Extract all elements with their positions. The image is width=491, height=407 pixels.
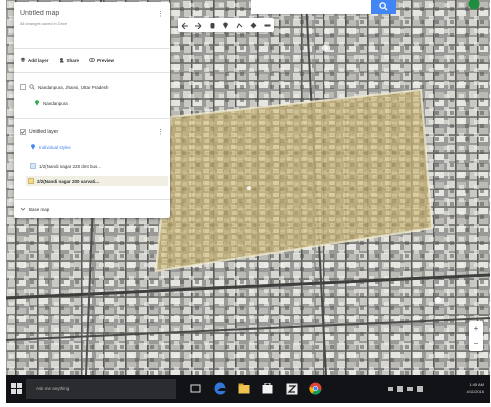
task-view-icon[interactable] bbox=[190, 383, 201, 394]
checkbox-checked-icon[interactable] bbox=[20, 129, 26, 135]
search-icon bbox=[379, 1, 388, 11]
zoom-in-button[interactable]: + bbox=[469, 321, 483, 336]
time: 1:45 AM bbox=[469, 382, 484, 387]
drawing-toolbar bbox=[178, 18, 274, 32]
style-link[interactable]: Individual styles bbox=[30, 144, 164, 150]
style-icon bbox=[31, 144, 35, 150]
windows-start-icon[interactable] bbox=[11, 383, 22, 394]
edge-icon[interactable] bbox=[214, 382, 226, 395]
share-icon bbox=[59, 58, 64, 63]
draw-line-icon bbox=[236, 22, 243, 28]
undo-icon bbox=[181, 22, 189, 29]
divider bbox=[14, 199, 170, 200]
zoom-controls: + − bbox=[469, 321, 483, 351]
save-status: All changes saved in Drive bbox=[20, 21, 68, 26]
file-explorer-icon[interactable] bbox=[238, 383, 250, 394]
divider bbox=[14, 48, 170, 49]
ruler-icon bbox=[264, 24, 271, 26]
cortana-search[interactable]: Ask me anything bbox=[26, 379, 176, 399]
base-map-label: Base map bbox=[29, 206, 50, 212]
divider bbox=[14, 72, 170, 73]
polygon-icon bbox=[28, 178, 34, 184]
draw-line-button[interactable] bbox=[235, 21, 244, 30]
checkbox-icon[interactable] bbox=[20, 84, 26, 90]
place-name: Nandanpura bbox=[43, 100, 68, 106]
add-layer-button[interactable]: Add layer bbox=[20, 57, 49, 63]
polygon-icon bbox=[30, 163, 36, 169]
style-label: Individual styles bbox=[39, 144, 71, 150]
zoom-out-button[interactable]: − bbox=[469, 336, 483, 351]
clock[interactable]: 1:45 AM 4/11/2016 bbox=[452, 381, 485, 395]
search-query: Nandanpura, Jhansi, Uttar Pradesh bbox=[38, 84, 109, 90]
hand-tool-button[interactable] bbox=[208, 21, 217, 30]
share-label: Share bbox=[66, 57, 80, 63]
feature-item[interactable]: 1/2(Nandi nagar 228 dmt bus... bbox=[28, 161, 164, 171]
layer-title[interactable]: Untitled layer bbox=[29, 129, 58, 135]
base-map-toggle[interactable]: Base map bbox=[20, 206, 164, 212]
measure-button[interactable] bbox=[263, 21, 272, 30]
undo-button[interactable] bbox=[180, 21, 189, 30]
divider bbox=[14, 118, 170, 119]
marker-icon bbox=[223, 22, 229, 29]
directions-button[interactable] bbox=[249, 21, 258, 30]
eye-icon bbox=[89, 57, 96, 63]
taskbar: Ask me anything 1:45 AM 4/11/2016 bbox=[6, 375, 490, 403]
add-marker-button[interactable] bbox=[221, 21, 230, 30]
date: 4/11/2016 bbox=[466, 389, 485, 394]
search-result-place[interactable]: Nandanpura bbox=[34, 100, 164, 106]
add-layer-label: Add layer bbox=[28, 57, 49, 63]
map-panel: Untitled map ⋮ All changes saved in Driv… bbox=[14, 2, 170, 218]
store-icon[interactable] bbox=[262, 383, 273, 394]
chevron-down-icon bbox=[20, 207, 26, 211]
map-title[interactable]: Untitled map bbox=[20, 10, 164, 17]
search-input[interactable] bbox=[251, 0, 371, 14]
search-button[interactable] bbox=[371, 0, 396, 14]
screen: Untitled map ⋮ All changes saved in Driv… bbox=[6, 0, 490, 403]
feature-label: 2/2(Nandi nagar 200 sarvati... bbox=[37, 178, 100, 184]
share-button[interactable]: Share bbox=[59, 57, 80, 63]
green-pin-icon bbox=[35, 100, 39, 106]
more-options-icon[interactable]: ⋮ bbox=[157, 10, 164, 18]
system-tray-icons[interactable] bbox=[388, 385, 424, 393]
search-result-layer[interactable]: Nandanpura, Jhansi, Uttar Pradesh bbox=[20, 84, 164, 90]
search-icon bbox=[29, 84, 35, 90]
layer-options-icon[interactable]: ⋮ bbox=[157, 128, 164, 136]
account-icon[interactable] bbox=[468, 0, 480, 10]
preview-label: Preview bbox=[97, 57, 115, 63]
preview-button[interactable]: Preview bbox=[89, 57, 114, 63]
feature-label: 1/2(Nandi nagar 228 dmt bus... bbox=[39, 163, 102, 169]
layer-header[interactable]: Untitled layer bbox=[20, 129, 164, 135]
layers-icon bbox=[20, 57, 26, 62]
app-icon[interactable] bbox=[286, 383, 298, 395]
redo-icon bbox=[195, 22, 202, 29]
chrome-icon[interactable] bbox=[309, 382, 322, 395]
hand-icon bbox=[210, 22, 215, 28]
redo-button[interactable] bbox=[194, 21, 203, 30]
directions-icon bbox=[250, 22, 257, 28]
panel-toolbar: Add layer Share Preview bbox=[20, 57, 164, 63]
feature-item-selected[interactable]: 2/2(Nandi nagar 200 sarvati... bbox=[26, 176, 168, 186]
